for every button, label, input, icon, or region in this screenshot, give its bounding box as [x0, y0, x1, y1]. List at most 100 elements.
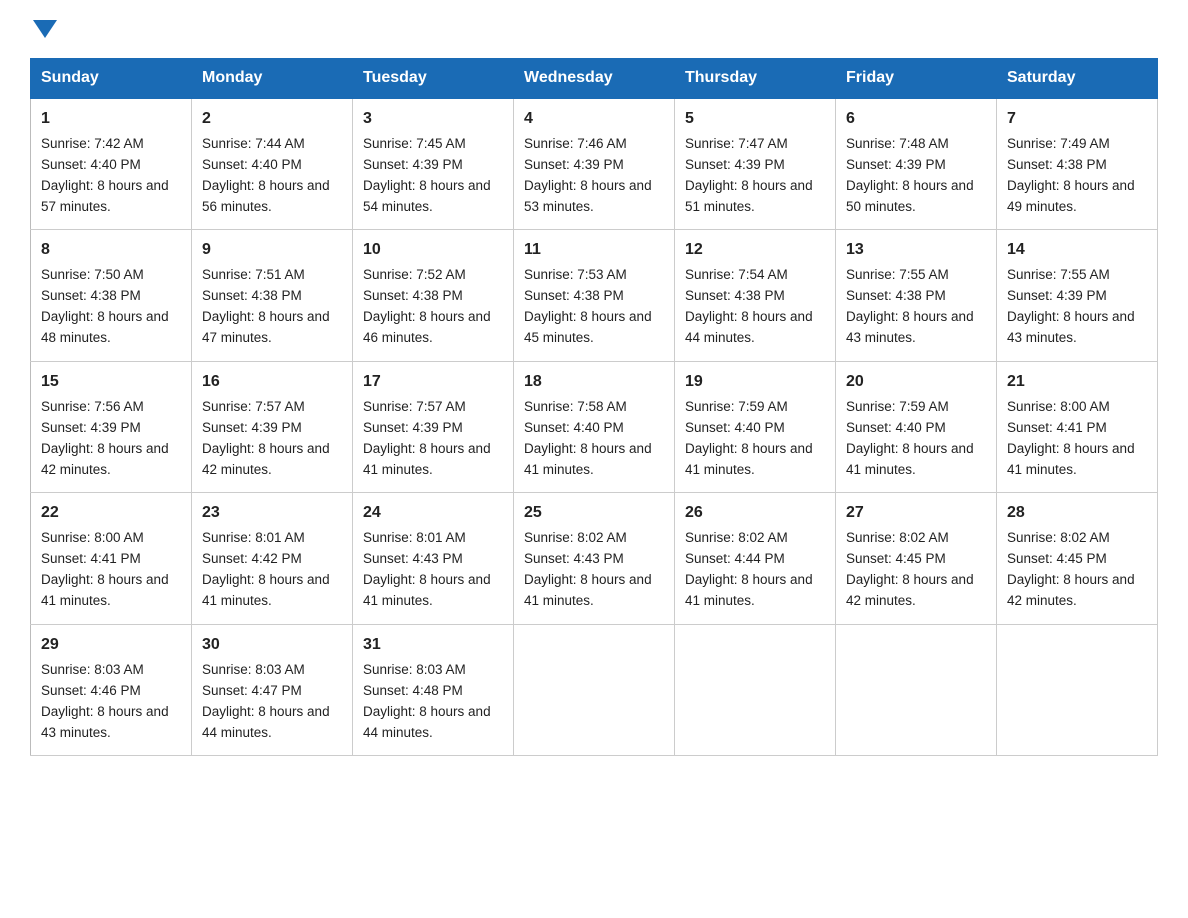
calendar-cell: 22 Sunrise: 8:00 AM Sunset: 4:41 PM Dayl…	[31, 493, 192, 624]
col-header-thursday: Thursday	[675, 59, 836, 99]
calendar-cell: 12 Sunrise: 7:54 AM Sunset: 4:38 PM Dayl…	[675, 230, 836, 361]
daylight-label: Daylight: 8 hours and 43 minutes.	[1007, 309, 1135, 345]
day-number: 9	[202, 238, 342, 263]
daylight-label: Daylight: 8 hours and 50 minutes.	[846, 178, 974, 214]
daylight-label: Daylight: 8 hours and 41 minutes.	[41, 572, 169, 608]
daylight-label: Daylight: 8 hours and 41 minutes.	[1007, 441, 1135, 477]
daylight-label: Daylight: 8 hours and 42 minutes.	[202, 441, 330, 477]
calendar-cell: 6 Sunrise: 7:48 AM Sunset: 4:39 PM Dayli…	[836, 98, 997, 230]
sunrise-label: Sunrise: 8:03 AM	[41, 662, 144, 677]
day-number: 16	[202, 370, 342, 395]
calendar-cell: 11 Sunrise: 7:53 AM Sunset: 4:38 PM Dayl…	[514, 230, 675, 361]
calendar-cell: 8 Sunrise: 7:50 AM Sunset: 4:38 PM Dayli…	[31, 230, 192, 361]
daylight-label: Daylight: 8 hours and 41 minutes.	[846, 441, 974, 477]
sunrise-label: Sunrise: 7:52 AM	[363, 267, 466, 282]
day-number: 2	[202, 107, 342, 132]
calendar-cell: 4 Sunrise: 7:46 AM Sunset: 4:39 PM Dayli…	[514, 98, 675, 230]
day-number: 25	[524, 501, 664, 526]
calendar-cell: 7 Sunrise: 7:49 AM Sunset: 4:38 PM Dayli…	[997, 98, 1158, 230]
col-header-wednesday: Wednesday	[514, 59, 675, 99]
calendar-week-1: 1 Sunrise: 7:42 AM Sunset: 4:40 PM Dayli…	[31, 98, 1158, 230]
calendar-cell: 29 Sunrise: 8:03 AM Sunset: 4:46 PM Dayl…	[31, 624, 192, 755]
calendar-cell: 15 Sunrise: 7:56 AM Sunset: 4:39 PM Dayl…	[31, 361, 192, 492]
sunrise-label: Sunrise: 7:48 AM	[846, 136, 949, 151]
daylight-label: Daylight: 8 hours and 42 minutes.	[846, 572, 974, 608]
calendar-cell: 25 Sunrise: 8:02 AM Sunset: 4:43 PM Dayl…	[514, 493, 675, 624]
sunset-label: Sunset: 4:41 PM	[1007, 420, 1107, 435]
daylight-label: Daylight: 8 hours and 45 minutes.	[524, 309, 652, 345]
sunset-label: Sunset: 4:43 PM	[524, 551, 624, 566]
daylight-label: Daylight: 8 hours and 41 minutes.	[524, 441, 652, 477]
daylight-label: Daylight: 8 hours and 41 minutes.	[685, 572, 813, 608]
sunrise-label: Sunrise: 7:57 AM	[202, 399, 305, 414]
daylight-label: Daylight: 8 hours and 46 minutes.	[363, 309, 491, 345]
calendar-week-4: 22 Sunrise: 8:00 AM Sunset: 4:41 PM Dayl…	[31, 493, 1158, 624]
sunrise-label: Sunrise: 8:02 AM	[685, 530, 788, 545]
daylight-label: Daylight: 8 hours and 41 minutes.	[685, 441, 813, 477]
calendar-cell	[997, 624, 1158, 755]
daylight-label: Daylight: 8 hours and 43 minutes.	[41, 704, 169, 740]
day-number: 27	[846, 501, 986, 526]
sunset-label: Sunset: 4:40 PM	[685, 420, 785, 435]
sunrise-label: Sunrise: 7:45 AM	[363, 136, 466, 151]
day-number: 26	[685, 501, 825, 526]
sunset-label: Sunset: 4:38 PM	[685, 288, 785, 303]
sunrise-label: Sunrise: 7:42 AM	[41, 136, 144, 151]
calendar-week-5: 29 Sunrise: 8:03 AM Sunset: 4:46 PM Dayl…	[31, 624, 1158, 755]
day-number: 3	[363, 107, 503, 132]
sunset-label: Sunset: 4:44 PM	[685, 551, 785, 566]
calendar-week-2: 8 Sunrise: 7:50 AM Sunset: 4:38 PM Dayli…	[31, 230, 1158, 361]
sunrise-label: Sunrise: 7:58 AM	[524, 399, 627, 414]
sunrise-label: Sunrise: 8:03 AM	[363, 662, 466, 677]
col-header-saturday: Saturday	[997, 59, 1158, 99]
calendar-cell: 5 Sunrise: 7:47 AM Sunset: 4:39 PM Dayli…	[675, 98, 836, 230]
sunset-label: Sunset: 4:43 PM	[363, 551, 463, 566]
calendar-cell: 26 Sunrise: 8:02 AM Sunset: 4:44 PM Dayl…	[675, 493, 836, 624]
calendar-cell: 28 Sunrise: 8:02 AM Sunset: 4:45 PM Dayl…	[997, 493, 1158, 624]
day-number: 30	[202, 633, 342, 658]
sunset-label: Sunset: 4:40 PM	[41, 157, 141, 172]
day-number: 6	[846, 107, 986, 132]
calendar-cell: 3 Sunrise: 7:45 AM Sunset: 4:39 PM Dayli…	[353, 98, 514, 230]
day-number: 29	[41, 633, 181, 658]
day-number: 20	[846, 370, 986, 395]
day-number: 18	[524, 370, 664, 395]
col-header-sunday: Sunday	[31, 59, 192, 99]
calendar-cell: 24 Sunrise: 8:01 AM Sunset: 4:43 PM Dayl…	[353, 493, 514, 624]
sunset-label: Sunset: 4:41 PM	[41, 551, 141, 566]
sunset-label: Sunset: 4:40 PM	[524, 420, 624, 435]
sunrise-label: Sunrise: 8:02 AM	[1007, 530, 1110, 545]
calendar-cell	[836, 624, 997, 755]
calendar-cell: 16 Sunrise: 7:57 AM Sunset: 4:39 PM Dayl…	[192, 361, 353, 492]
day-number: 24	[363, 501, 503, 526]
day-number: 5	[685, 107, 825, 132]
calendar-cell	[675, 624, 836, 755]
sunset-label: Sunset: 4:38 PM	[1007, 157, 1107, 172]
sunrise-label: Sunrise: 8:02 AM	[524, 530, 627, 545]
daylight-label: Daylight: 8 hours and 41 minutes.	[363, 441, 491, 477]
day-number: 23	[202, 501, 342, 526]
day-number: 13	[846, 238, 986, 263]
daylight-label: Daylight: 8 hours and 44 minutes.	[202, 704, 330, 740]
sunrise-label: Sunrise: 7:54 AM	[685, 267, 788, 282]
day-number: 21	[1007, 370, 1147, 395]
daylight-label: Daylight: 8 hours and 51 minutes.	[685, 178, 813, 214]
calendar-cell: 17 Sunrise: 7:57 AM Sunset: 4:39 PM Dayl…	[353, 361, 514, 492]
sunrise-label: Sunrise: 7:59 AM	[685, 399, 788, 414]
sunrise-label: Sunrise: 7:46 AM	[524, 136, 627, 151]
calendar-cell: 14 Sunrise: 7:55 AM Sunset: 4:39 PM Dayl…	[997, 230, 1158, 361]
day-number: 12	[685, 238, 825, 263]
daylight-label: Daylight: 8 hours and 53 minutes.	[524, 178, 652, 214]
sunset-label: Sunset: 4:42 PM	[202, 551, 302, 566]
day-number: 22	[41, 501, 181, 526]
sunrise-label: Sunrise: 7:47 AM	[685, 136, 788, 151]
sunrise-label: Sunrise: 7:55 AM	[846, 267, 949, 282]
calendar-cell: 10 Sunrise: 7:52 AM Sunset: 4:38 PM Dayl…	[353, 230, 514, 361]
day-number: 4	[524, 107, 664, 132]
sunset-label: Sunset: 4:40 PM	[846, 420, 946, 435]
sunset-label: Sunset: 4:47 PM	[202, 683, 302, 698]
sunset-label: Sunset: 4:39 PM	[202, 420, 302, 435]
daylight-label: Daylight: 8 hours and 41 minutes.	[202, 572, 330, 608]
daylight-label: Daylight: 8 hours and 48 minutes.	[41, 309, 169, 345]
day-number: 14	[1007, 238, 1147, 263]
